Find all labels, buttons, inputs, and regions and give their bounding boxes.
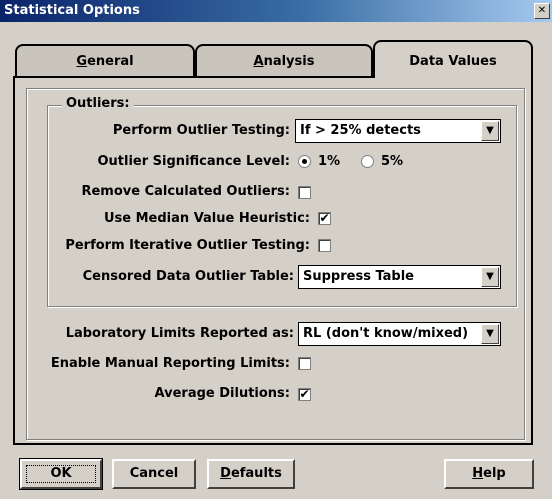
average-dilutions-checkbox[interactable]: ✔: [298, 388, 311, 401]
significance-radio-1[interactable]: [298, 155, 311, 168]
limits-reported-select[interactable]: RL (don't know/mixed) ▼: [298, 322, 501, 346]
iterative-testing-checkbox[interactable]: [318, 239, 331, 252]
defaults-accel: D: [220, 466, 231, 481]
defaults-button[interactable]: Defaults: [207, 459, 295, 489]
cancel-label: Cancel: [129, 466, 179, 481]
cancel-button[interactable]: Cancel: [112, 459, 196, 489]
tab-analysis[interactable]: Analysis: [195, 44, 373, 77]
limits-reported-value: RL (don't know/mixed): [303, 326, 469, 341]
title-bar: Statistical Options ✕: [0, 0, 552, 22]
median-heuristic-label: Use Median Value Heuristic:: [103, 211, 310, 226]
tab-general[interactable]: General: [15, 44, 195, 77]
chevron-down-icon[interactable]: ▼: [481, 121, 499, 141]
average-dilutions-label: Average Dilutions:: [154, 386, 290, 401]
iterative-testing-label: Perform Iterative Outlier Testing:: [65, 238, 310, 253]
tab-general-label: eneral: [87, 54, 134, 69]
limits-reported-label: Laboratory Limits Reported as:: [65, 326, 294, 341]
help-accel: H: [472, 466, 484, 481]
focus-rect: [26, 465, 96, 483]
significance-option-5-label: 5%: [381, 154, 404, 169]
significance-radio-5[interactable]: [361, 155, 374, 168]
help-label: elp: [483, 466, 506, 481]
help-button[interactable]: Help: [444, 459, 534, 489]
outlier-testing-select[interactable]: If > 25% detects ▼: [295, 119, 501, 143]
remove-outliers-checkbox[interactable]: [298, 186, 311, 199]
tab-analysis-label: nalysis: [263, 54, 315, 69]
close-icon[interactable]: ✕: [534, 3, 550, 19]
tab-data-values[interactable]: Data Values: [373, 40, 533, 78]
remove-outliers-label: Remove Calculated Outliers:: [81, 184, 290, 199]
significance-option-1-label: 1%: [318, 154, 341, 169]
manual-limits-label: Enable Manual Reporting Limits:: [50, 356, 290, 371]
tab-data-values-label: Data Values: [409, 54, 497, 69]
median-heuristic-checkbox[interactable]: ✔: [318, 212, 331, 225]
chevron-down-icon[interactable]: ▼: [481, 267, 499, 287]
chevron-down-icon[interactable]: ▼: [481, 324, 499, 344]
defaults-label: efaults: [230, 466, 282, 481]
censored-table-label: Censored Data Outlier Table:: [82, 269, 294, 284]
significance-label: Outlier Significance Level:: [97, 154, 291, 169]
window-title: Statistical Options: [4, 3, 140, 18]
outlier-testing-value: If > 25% detects: [300, 123, 421, 138]
outlier-testing-label: Perform Outlier Testing:: [112, 123, 290, 138]
censored-table-select[interactable]: Suppress Table ▼: [298, 265, 501, 289]
manual-limits-checkbox[interactable]: [298, 357, 311, 370]
outliers-group-label: Outliers:: [62, 96, 134, 111]
ok-button[interactable]: OK: [19, 458, 103, 490]
censored-table-value: Suppress Table: [303, 269, 415, 284]
tab-general-accel: G: [76, 54, 88, 69]
tab-analysis-accel: A: [253, 54, 264, 69]
